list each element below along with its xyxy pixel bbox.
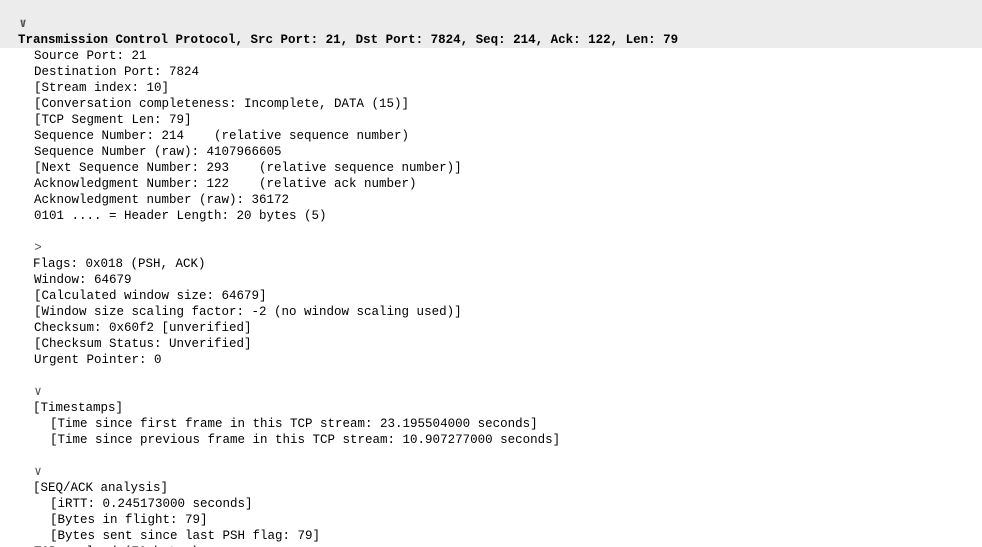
tcp-urgent-ptr[interactable]: Urgent Pointer: 0	[0, 352, 982, 368]
tcp-seqack-text: [SEQ/ACK analysis]	[33, 481, 168, 495]
tcp-src-port[interactable]: Source Port: 21	[0, 48, 982, 64]
tcp-seg-len[interactable]: [TCP Segment Len: 79]	[0, 112, 982, 128]
tcp-bytes-since-psh[interactable]: [Bytes sent since last PSH flag: 79]	[0, 528, 982, 544]
tcp-timestamps-row[interactable]: ∨ [Timestamps]	[0, 368, 982, 416]
tcp-window[interactable]: Window: 64679	[0, 272, 982, 288]
tcp-bytes-in-flight[interactable]: [Bytes in flight: 79]	[0, 512, 982, 528]
tcp-header-row[interactable]: ∨ Transmission Control Protocol, Src Por…	[0, 0, 982, 48]
chevron-down-icon[interactable]: ∨	[33, 464, 43, 480]
tcp-conv-completeness[interactable]: [Conversation completeness: Incomplete, …	[0, 96, 982, 112]
tcp-ts-prev[interactable]: [Time since previous frame in this TCP s…	[0, 432, 982, 448]
tcp-irtt[interactable]: [iRTT: 0.245173000 seconds]	[0, 496, 982, 512]
chevron-down-icon[interactable]: ∨	[33, 384, 43, 400]
tcp-checksum-status[interactable]: [Checksum Status: Unverified]	[0, 336, 982, 352]
tcp-flags-row[interactable]: > Flags: 0x018 (PSH, ACK)	[0, 224, 982, 272]
tcp-seq-raw[interactable]: Sequence Number (raw): 4107966605	[0, 144, 982, 160]
tcp-seq-num[interactable]: Sequence Number: 214 (relative sequence …	[0, 128, 982, 144]
tcp-calc-window[interactable]: [Calculated window size: 64679]	[0, 288, 982, 304]
tcp-ack-raw[interactable]: Acknowledgment number (raw): 36172	[0, 192, 982, 208]
tcp-timestamps-text: [Timestamps]	[33, 401, 123, 415]
tcp-seqack-row[interactable]: ∨ [SEQ/ACK analysis]	[0, 448, 982, 496]
tcp-dst-port[interactable]: Destination Port: 7824	[0, 64, 982, 80]
tcp-hdr-len[interactable]: 0101 .... = Header Length: 20 bytes (5)	[0, 208, 982, 224]
tcp-ack-num[interactable]: Acknowledgment Number: 122 (relative ack…	[0, 176, 982, 192]
tcp-win-scale[interactable]: [Window size scaling factor: -2 (no wind…	[0, 304, 982, 320]
tcp-ts-first[interactable]: [Time since first frame in this TCP stre…	[0, 416, 982, 432]
tcp-stream-index[interactable]: [Stream index: 10]	[0, 80, 982, 96]
chevron-right-icon[interactable]: >	[33, 240, 43, 256]
tcp-flags-text: Flags: 0x018 (PSH, ACK)	[33, 257, 206, 271]
chevron-down-icon[interactable]: ∨	[18, 16, 28, 32]
tcp-header-text: Transmission Control Protocol, Src Port:…	[18, 33, 678, 47]
tcp-next-seq[interactable]: [Next Sequence Number: 293 (relative seq…	[0, 160, 982, 176]
tcp-checksum[interactable]: Checksum: 0x60f2 [unverified]	[0, 320, 982, 336]
